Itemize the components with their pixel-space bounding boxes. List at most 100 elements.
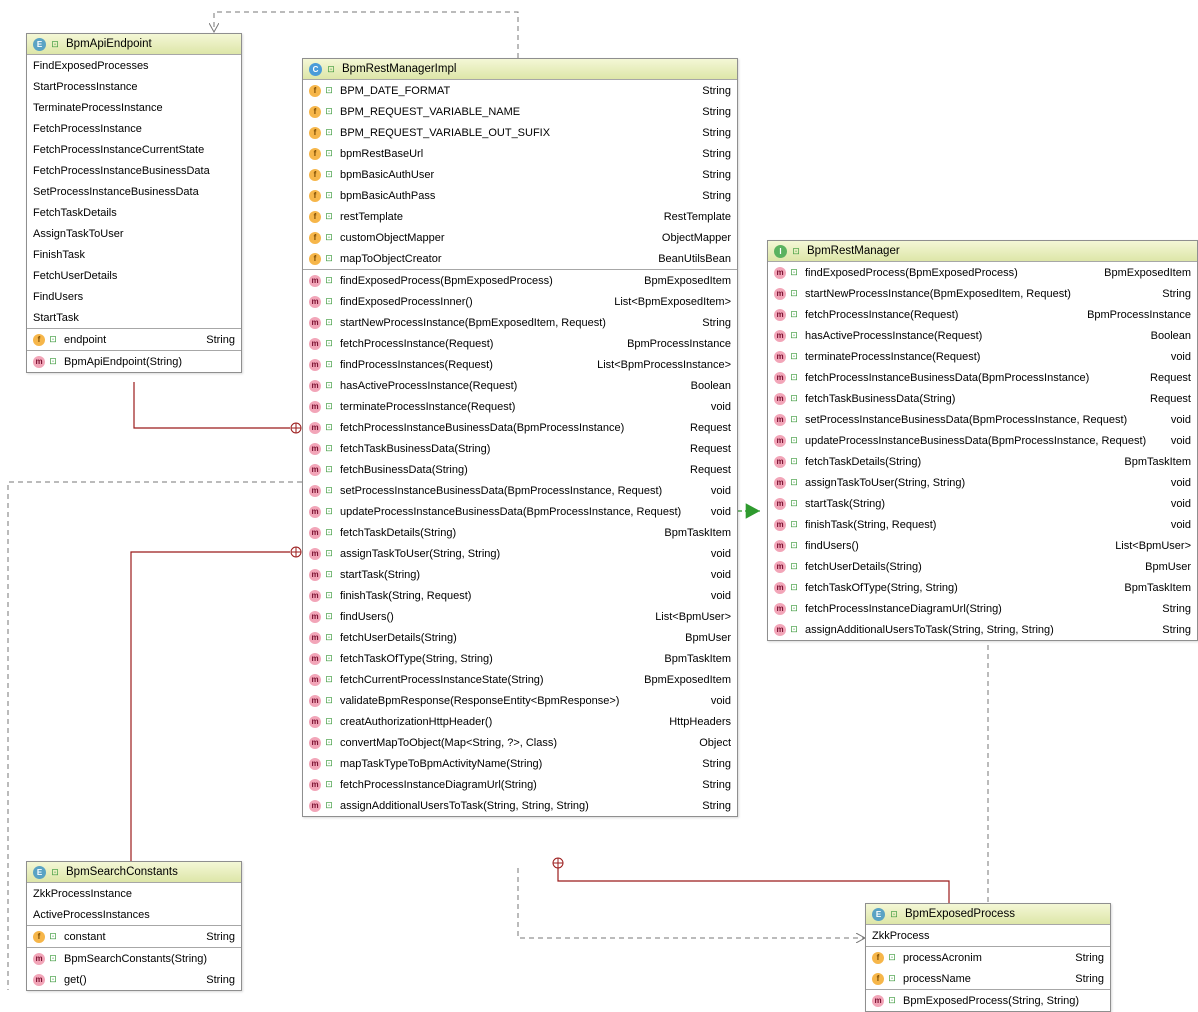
method-row[interactable]: m ⊡ hasActiveProcessInstance(Request) Boole… [768, 325, 1197, 346]
member-name: endpoint [64, 333, 107, 346]
class-header[interactable]: E ⊡ BpmExposedProcess [866, 904, 1110, 925]
method-row[interactable]: m ⊡ fetchTaskDetails(String) BpmTaskItem [303, 522, 737, 543]
enum-constant-row[interactable]: FetchUserDetails [27, 265, 241, 286]
method-icon: m [309, 799, 321, 812]
enum-constant-row[interactable]: ActiveProcessInstances [27, 904, 241, 925]
method-row[interactable]: m ⊡ finishTask(String, Request) void [303, 585, 737, 606]
method-row[interactable]: m ⊡ findExposedProcess(BpmExposedProcess) B… [303, 270, 737, 291]
method-row[interactable]: m ⊡ finishTask(String, Request) void [768, 514, 1197, 535]
field-row[interactable]: f ⊡ customObjectMapper ObjectMapper [303, 227, 737, 248]
method-row[interactable]: m ⊡ fetchProcessInstance(Request) BpmProces… [768, 304, 1197, 325]
class-bpm-rest-manager-impl[interactable]: C ⊡ BpmRestManagerImpl f ⊡ BPM_DATE_FORMAT… [302, 58, 738, 817]
field-row[interactable]: f ⊡ mapToObjectCreator BeanUtilsBean [303, 248, 737, 269]
method-row[interactable]: m ⊡ fetchTaskBusinessData(String) Request [768, 388, 1197, 409]
method-row[interactable]: m ⊡ fetchTaskDetails(String) BpmTaskItem [768, 451, 1197, 472]
method-row[interactable]: m ⊡ assignTaskToUser(String, String) void [303, 543, 737, 564]
enum-constant-row[interactable]: ZkkProcessInstance [27, 883, 241, 904]
member-name: setProcessInstanceBusinessData(BpmProces… [805, 413, 1128, 426]
constants-section: ZkkProcess [866, 925, 1110, 947]
field-row[interactable]: f ⊡ processName String [866, 968, 1110, 989]
method-row[interactable]: m ⊡ setProcessInstanceBusinessData(BpmProc… [303, 480, 737, 501]
field-row[interactable]: f ⊡ processAcronim String [866, 947, 1110, 968]
field-row[interactable]: f ⊡ BPM_DATE_FORMAT String [303, 80, 737, 101]
field-row[interactable]: f ⊡ bpmBasicAuthPass String [303, 185, 737, 206]
method-row[interactable]: m ⊡ assignAdditionalUsersToTask(String, St… [303, 795, 737, 816]
method-row[interactable]: m ⊡ fetchProcessInstanceDiagramUrl(String)… [303, 774, 737, 795]
method-row[interactable]: m ⊡ fetchCurrentProcessInstanceState(Strin… [303, 669, 737, 690]
enum-constant-row[interactable]: StartTask [27, 307, 241, 328]
method-row[interactable]: m ⊡ mapTaskTypeToBpmActivityName(String) St… [303, 753, 737, 774]
enum-constant-row[interactable]: FetchProcessInstance [27, 118, 241, 139]
method-row[interactable]: m ⊡ fetchUserDetails(String) BpmUser [768, 556, 1197, 577]
method-row[interactable]: m ⊡ fetchUserDetails(String) BpmUser [303, 627, 737, 648]
method-row[interactable]: m ⊡ assignAdditionalUsersToTask(String, St… [768, 619, 1197, 640]
class-bpm-exposed-process[interactable]: E ⊡ BpmExposedProcess ZkkProcess f ⊡ proce… [865, 903, 1111, 1012]
member-name: fetchTaskBusinessData(String) [805, 392, 956, 405]
enum-constant-row[interactable]: SetProcessInstanceBusinessData [27, 181, 241, 202]
class-header[interactable]: E ⊡ BpmSearchConstants [27, 862, 241, 883]
method-row[interactable]: m ⊡ updateProcessInstanceBusinessData(BpmP… [768, 430, 1197, 451]
method-row[interactable]: m ⊡ findExposedProcess(BpmExposedProcess) B… [768, 262, 1197, 283]
class-header[interactable]: E ⊡ BpmApiEndpoint [27, 34, 241, 55]
member-name: fetchTaskOfType(String, String) [805, 581, 958, 594]
enum-constant-row[interactable]: FindExposedProcesses [27, 55, 241, 76]
class-header[interactable]: C ⊡ BpmRestManagerImpl [303, 59, 737, 80]
class-header[interactable]: I ⊡ BpmRestManager [768, 241, 1197, 262]
method-row[interactable]: m ⊡ startTask(String) void [303, 564, 737, 585]
method-row[interactable]: m ⊡ fetchTaskOfType(String, String) BpmTask… [768, 577, 1197, 598]
method-row[interactable]: m ⊡ get() String [27, 969, 241, 990]
method-icon: m [774, 455, 786, 468]
method-row[interactable]: m ⊡ fetchTaskBusinessData(String) Request [303, 438, 737, 459]
visibility-icon: ⊡ [325, 485, 333, 495]
class-bpm-search-constants[interactable]: E ⊡ BpmSearchConstants ZkkProcessInstanc… [26, 861, 242, 991]
method-row[interactable]: m ⊡ assignTaskToUser(String, String) void [768, 472, 1197, 493]
method-row[interactable]: m ⊡ BpmSearchConstants(String) [27, 948, 241, 969]
enum-constant-row[interactable]: FindUsers [27, 286, 241, 307]
method-row[interactable]: m ⊡ fetchProcessInstanceBusinessData(BpmPr… [303, 417, 737, 438]
method-icon: m [872, 994, 884, 1007]
method-row[interactable]: m ⊡ fetchBusinessData(String) Request [303, 459, 737, 480]
method-row[interactable]: m ⊡ BpmApiEndpoint(String) [27, 351, 241, 372]
member-name: startTask(String) [340, 568, 421, 581]
method-row[interactable]: m ⊡ hasActiveProcessInstance(Request) Boole… [303, 375, 737, 396]
method-row[interactable]: m ⊡ findExposedProcessInner() List<BpmExpos… [303, 291, 737, 312]
enum-constant-row[interactable]: StartProcessInstance [27, 76, 241, 97]
method-row[interactable]: m ⊡ fetchProcessInstanceBusinessData(BpmPr… [768, 367, 1197, 388]
field-icon: f [309, 168, 321, 181]
method-row[interactable]: m ⊡ fetchProcessInstance(Request) BpmProces… [303, 333, 737, 354]
method-row[interactable]: m ⊡ setProcessInstanceBusinessData(BpmProc… [768, 409, 1197, 430]
enum-constant-row[interactable]: FetchTaskDetails [27, 202, 241, 223]
method-row[interactable]: m ⊡ terminateProcessInstance(Request) void [768, 346, 1197, 367]
method-row[interactable]: m ⊡ terminateProcessInstance(Request) void [303, 396, 737, 417]
enum-constant-row[interactable]: FetchProcessInstanceBusinessData [27, 160, 241, 181]
enum-constant-row[interactable]: AssignTaskToUser [27, 223, 241, 244]
field-row[interactable]: f ⊡ bpmRestBaseUrl String [303, 143, 737, 164]
member-name: hasActiveProcessInstance(Request) [805, 329, 983, 342]
field-row[interactable]: f ⊡ BPM_REQUEST_VARIABLE_NAME String [303, 101, 737, 122]
method-row[interactable]: m ⊡ fetchTaskOfType(String, String) BpmTask… [303, 648, 737, 669]
enum-constant-row[interactable]: FinishTask [27, 244, 241, 265]
method-row[interactable]: m ⊡ findProcessInstances(Request) List<BpmP… [303, 354, 737, 375]
field-row[interactable]: f ⊡ BPM_REQUEST_VARIABLE_OUT_SUFIX String [303, 122, 737, 143]
field-row[interactable]: f ⊡ restTemplate RestTemplate [303, 206, 737, 227]
methods-section: m ⊡ findExposedProcess(BpmExposedProcess) B… [768, 262, 1197, 640]
field-row[interactable]: f ⊡ endpoint String [27, 329, 241, 350]
enum-constant-row[interactable]: ZkkProcess [866, 925, 1110, 946]
method-row[interactable]: m ⊡ updateProcessInstanceBusinessData(BpmP… [303, 501, 737, 522]
method-row[interactable]: m ⊡ startNewProcessInstance(BpmExposedItem… [303, 312, 737, 333]
field-row[interactable]: f ⊡ bpmBasicAuthUser String [303, 164, 737, 185]
method-row[interactable]: m ⊡ convertMapToObject(Map<String, ?>, Cla… [303, 732, 737, 753]
method-row[interactable]: m ⊡ creatAuthorizationHttpHeader() HttpHead… [303, 711, 737, 732]
method-row[interactable]: m ⊡ startNewProcessInstance(BpmExposedItem… [768, 283, 1197, 304]
method-row[interactable]: m ⊡ startTask(String) void [768, 493, 1197, 514]
enum-constant-row[interactable]: FetchProcessInstanceCurrentState [27, 139, 241, 160]
class-bpm-rest-manager[interactable]: I ⊡ BpmRestManager m ⊡ findExposedProcess(… [767, 240, 1198, 641]
method-row[interactable]: m ⊡ findUsers() List<BpmUser> [303, 606, 737, 627]
method-row[interactable]: m ⊡ BpmExposedProcess(String, String) [866, 990, 1110, 1011]
field-row[interactable]: f ⊡ constant String [27, 926, 241, 947]
method-row[interactable]: m ⊡ validateBpmResponse(ResponseEntity<Bpm… [303, 690, 737, 711]
class-bpm-api-endpoint[interactable]: E ⊡ BpmApiEndpoint FindExposedProcesses S… [26, 33, 242, 373]
method-row[interactable]: m ⊡ findUsers() List<BpmUser> [768, 535, 1197, 556]
method-row[interactable]: m ⊡ fetchProcessInstanceDiagramUrl(String)… [768, 598, 1197, 619]
enum-constant-row[interactable]: TerminateProcessInstance [27, 97, 241, 118]
